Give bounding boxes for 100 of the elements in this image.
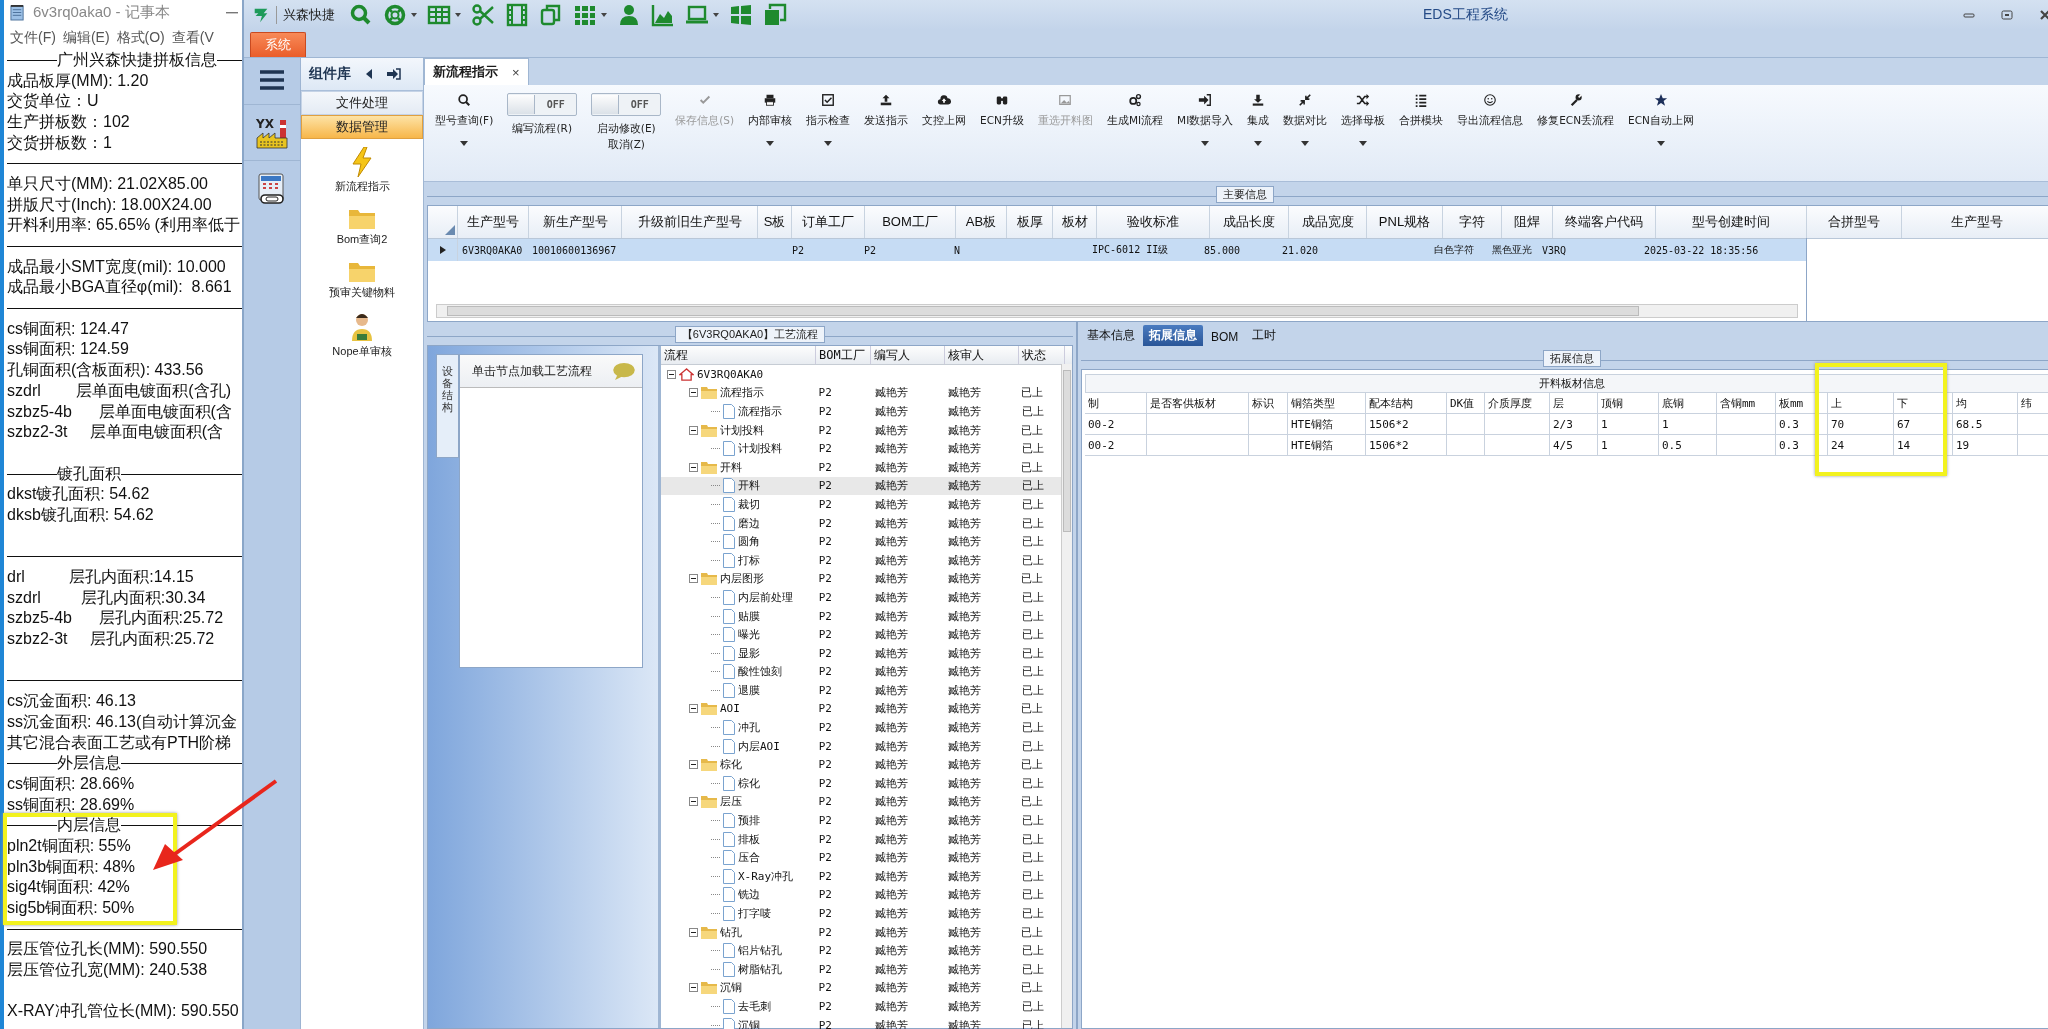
toolbar-button[interactable]: 数据对比 xyxy=(1276,93,1335,147)
caret-icon[interactable] xyxy=(713,13,719,17)
collapse-icon[interactable] xyxy=(689,704,698,714)
collapse-icon[interactable] xyxy=(689,760,698,770)
caret-icon[interactable] xyxy=(411,13,417,17)
collapse-icon[interactable] xyxy=(689,425,698,435)
column-header[interactable]: 含铜mm xyxy=(1717,393,1776,413)
toolbar-button[interactable]: 集成 xyxy=(1240,93,1277,147)
windows-icon[interactable] xyxy=(729,3,753,27)
tree-row[interactable]: 铝片钻孔 P2 臧艳芳 臧艳芳 已上 xyxy=(661,941,1061,960)
tree-row[interactable]: 棕化 P2 臧艳芳 臧艳芳 已上 xyxy=(661,755,1061,775)
toolbar-button[interactable]: 合拼模块 xyxy=(1392,93,1451,129)
library-item[interactable]: Bom查询2 xyxy=(336,206,388,247)
tab[interactable]: 工时 xyxy=(1246,325,1283,346)
column-header[interactable]: PNL规格 xyxy=(1367,206,1443,238)
column-header[interactable]: 上 xyxy=(1828,393,1894,413)
tree-row[interactable]: 开料 P2 臧艳芳 臧艳芳 已上 xyxy=(661,476,1061,496)
tree-row[interactable]: 6V3RQ0AKA0 xyxy=(661,365,1061,384)
collapse-icon[interactable] xyxy=(689,797,698,807)
lifebuoy-icon[interactable] xyxy=(383,3,407,27)
library-item[interactable]: 新流程指示 xyxy=(334,147,390,194)
tree-row[interactable]: 树脂钻孔 P2 臧艳芳 臧艳芳 已上 xyxy=(661,960,1061,979)
column-header[interactable]: 是否客供板材 xyxy=(1147,393,1249,413)
vertical-tab[interactable]: 设备结构 xyxy=(436,354,459,458)
tree-row[interactable]: 贴膜 P2 臧艳芳 臧艳芳 已上 xyxy=(661,606,1061,626)
tree-row[interactable]: 预排 P2 臧艳芳 臧艳芳 已上 xyxy=(661,811,1061,830)
toolbar-button[interactable]: ECN自动上网 xyxy=(1621,93,1701,147)
tree-row[interactable]: 内层前处理 P2 臧艳芳 臧艳芳 已上 xyxy=(661,588,1061,607)
column-header[interactable]: BOM工厂 xyxy=(865,206,956,238)
tree-row[interactable]: AOI P2 臧艳芳 臧艳芳 已上 xyxy=(661,699,1061,719)
column-header[interactable]: 验收标准 xyxy=(1097,206,1210,238)
tree-row[interactable]: X-Ray冲孔 P2 臧艳芳 臧艳芳 已上 xyxy=(661,867,1061,886)
tree-row[interactable]: 排板 P2 臧艳芳 臧艳芳 已上 xyxy=(661,829,1061,849)
collapse-icon[interactable] xyxy=(689,574,698,584)
column-header[interactable]: 标识 xyxy=(1249,393,1288,413)
close-icon[interactable] xyxy=(2039,9,2048,21)
column-header[interactable]: 板mm xyxy=(1776,393,1828,413)
toggle-switch[interactable]: OFF 编写流程(R) xyxy=(500,93,585,137)
column-header[interactable]: AB板 xyxy=(956,206,1007,238)
collapse-icon[interactable] xyxy=(689,927,698,937)
tree-row[interactable]: 裁切 P2 臧艳芳 臧艳芳 已上 xyxy=(661,495,1061,514)
tree-row[interactable]: 曝光 P2 臧艳芳 臧艳芳 已上 xyxy=(661,625,1061,644)
section-tab[interactable]: 数据管理 xyxy=(301,115,423,139)
column-header[interactable]: 制 xyxy=(1085,393,1147,413)
column-header[interactable]: 介质厚度 xyxy=(1485,393,1550,413)
caret-icon[interactable] xyxy=(455,13,461,17)
tree-row[interactable]: 棕化 P2 臧艳芳 臧艳芳 已上 xyxy=(661,774,1061,793)
column-header[interactable]: 板厚 xyxy=(1007,206,1053,238)
column-header[interactable]: 铜箔类型 xyxy=(1288,393,1366,413)
tree-row[interactable]: 圆角 P2 臧艳芳 臧艳芳 已上 xyxy=(661,532,1061,551)
tree-row[interactable]: 沉铜 P2 臧艳芳 臧艳芳 已上 xyxy=(661,978,1061,998)
section-tab[interactable]: 文件处理 xyxy=(301,91,423,115)
vertical-scrollbar[interactable] xyxy=(1061,364,1072,1028)
toolbar-button[interactable]: 选择母板 xyxy=(1334,93,1393,147)
column-header[interactable]: 生产型号 xyxy=(458,206,529,238)
collapse-icon[interactable] xyxy=(689,983,698,993)
cards-icon[interactable] xyxy=(763,3,787,27)
tree-row[interactable]: 去毛刺 P2 臧艳芳 臧艳芳 已上 xyxy=(661,997,1061,1016)
tree-row[interactable]: 计划投料 P2 臧艳芳 臧艳芳 已上 xyxy=(661,420,1061,440)
column-header[interactable]: 成品宽度 xyxy=(1289,206,1367,238)
column-header[interactable]: 合拼型号 xyxy=(1807,206,1902,238)
search-icon[interactable] xyxy=(349,3,373,27)
tree-row[interactable]: 钻孔 P2 臧艳芳 臧艳芳 已上 xyxy=(661,922,1061,942)
tree-row[interactable]: 退膜 P2 臧艳芳 臧艳芳 已上 xyxy=(661,681,1061,700)
collapse-icon[interactable] xyxy=(667,369,676,379)
collapse-icon[interactable] xyxy=(365,69,373,79)
tree-row[interactable]: 冲孔 P2 臧艳芳 臧艳芳 已上 xyxy=(661,718,1061,737)
library-item[interactable]: 预审关键物料 xyxy=(329,259,395,300)
area-chart-icon[interactable] xyxy=(651,3,675,27)
column-header[interactable]: DK值 xyxy=(1447,393,1485,413)
tree-row[interactable]: 显影 P2 臧艳芳 臧艳芳 已上 xyxy=(661,643,1061,663)
toggle-switch[interactable]: OFF 启动修改(E) 取消(Z) xyxy=(584,93,669,153)
column-header[interactable]: 升级前旧生产型号 xyxy=(622,206,758,238)
tree-row[interactable]: 酸性蚀刻 P2 臧艳芳 臧艳芳 已上 xyxy=(661,662,1061,682)
collapse-icon[interactable] xyxy=(689,462,698,472)
column-header[interactable]: 阻焊 xyxy=(1502,206,1553,238)
minimize-icon[interactable] xyxy=(226,11,238,14)
column-header[interactable]: 层 xyxy=(1550,393,1598,413)
menu-item[interactable]: 格式(O) xyxy=(116,28,165,47)
pin-icon[interactable] xyxy=(387,68,401,80)
column-header[interactable]: 板材 xyxy=(1053,206,1097,238)
tab[interactable]: BOM xyxy=(1205,328,1245,346)
column-header[interactable]: 纬 xyxy=(2018,393,2048,413)
column-header[interactable]: 底铜 xyxy=(1659,393,1717,413)
column-header[interactable]: 字符 xyxy=(1443,206,1502,238)
table-icon[interactable] xyxy=(427,3,451,27)
tree-row[interactable]: 打字唛 P2 臧艳芳 臧艳芳 已上 xyxy=(661,904,1061,923)
close-button[interactable]: × xyxy=(512,64,520,80)
laptop-icon[interactable] xyxy=(685,3,709,27)
tree-row[interactable]: 层压 P2 臧艳芳 臧艳芳 已上 xyxy=(661,792,1061,812)
restore-icon[interactable] xyxy=(2001,9,2013,21)
person-icon[interactable] xyxy=(617,3,641,27)
film-icon[interactable] xyxy=(505,3,529,27)
toolbar-button[interactable]: 型号查询(F) xyxy=(428,93,501,147)
column-header[interactable]: 新生产型号 xyxy=(529,206,622,238)
library-item[interactable]: Nope单审核 xyxy=(332,312,392,359)
tree-row[interactable]: 内层AOI P2 臧艳芳 臧艳芳 已上 xyxy=(661,736,1061,756)
toolbar-button[interactable]: ECN升级 xyxy=(973,93,1031,129)
column-header[interactable]: 配本结构 xyxy=(1366,393,1447,413)
toolbar-button[interactable]: MI数据导入 xyxy=(1170,93,1241,147)
